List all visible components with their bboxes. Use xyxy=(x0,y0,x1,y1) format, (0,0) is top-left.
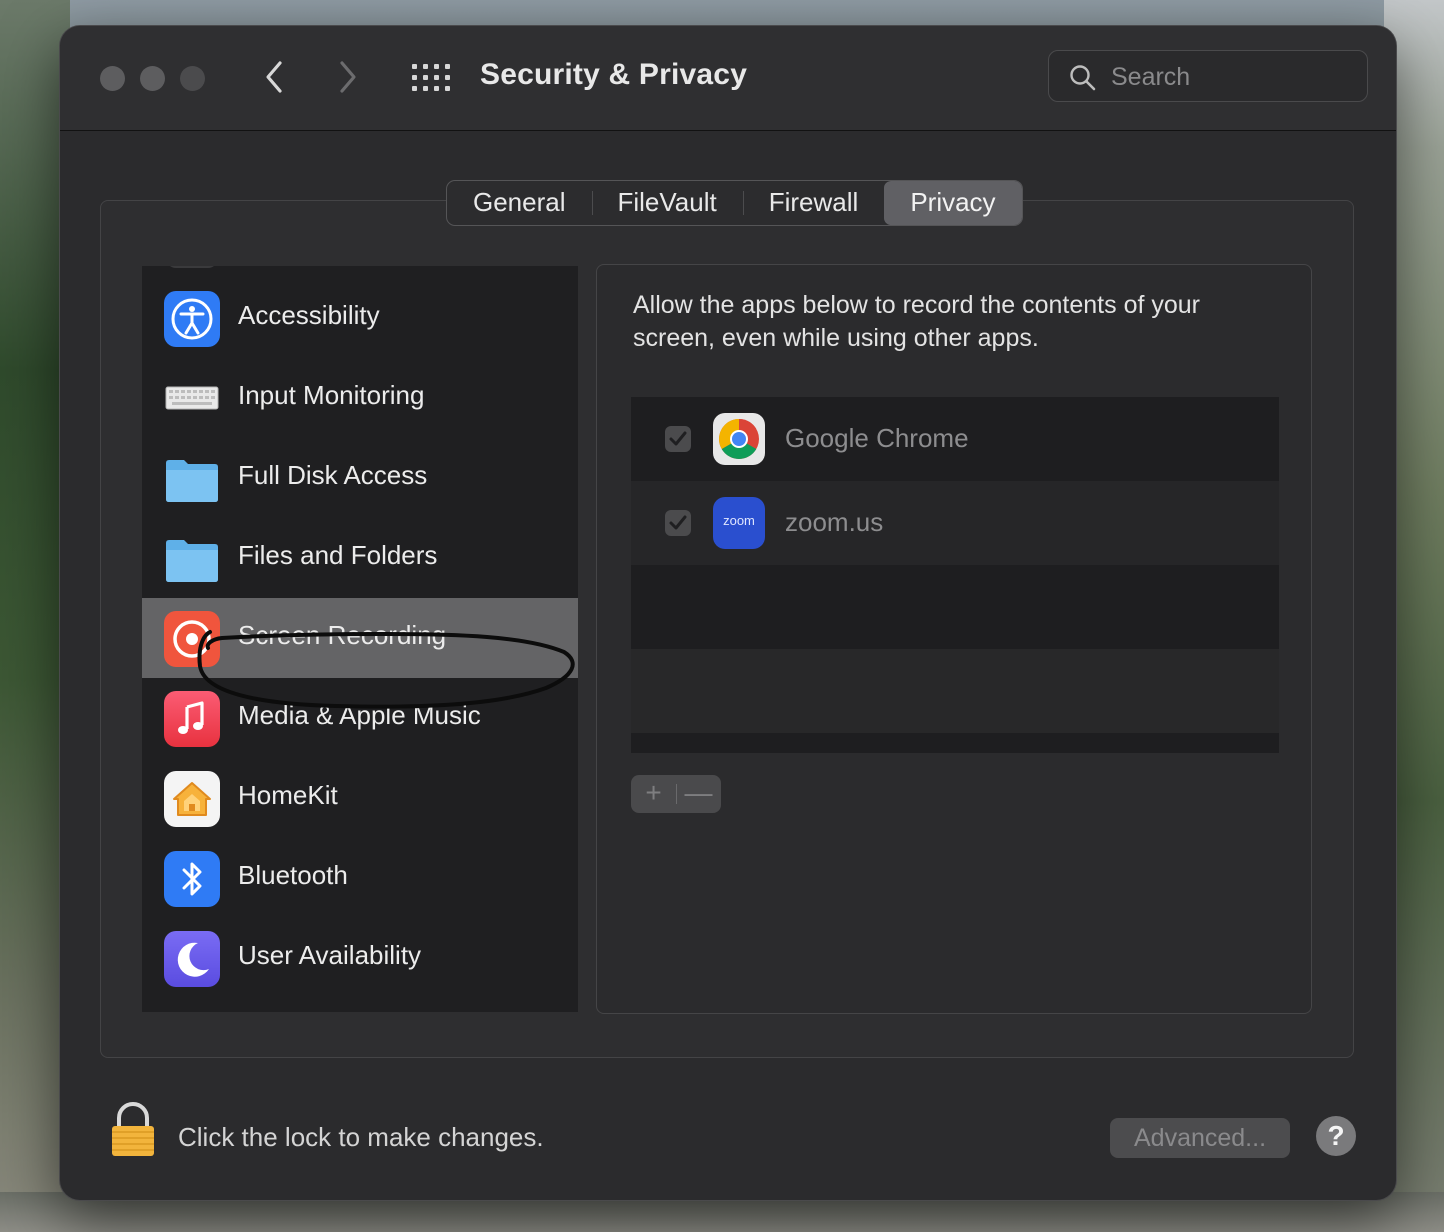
tab-filevault[interactable]: FileVault xyxy=(591,181,743,225)
chevron-left-icon xyxy=(266,61,282,93)
sidebar-item-input-monitoring[interactable]: Input Monitoring xyxy=(142,358,578,438)
screen-recording-detail-pane: Allow the apps below to record the conte… xyxy=(596,264,1312,1014)
sidebar-item-label: Screen Recording xyxy=(238,620,447,650)
sidebar-item-screen-recording[interactable]: Screen Recording xyxy=(142,598,578,678)
accessibility-icon xyxy=(164,291,220,347)
permission-description: Allow the apps below to record the conte… xyxy=(633,291,1200,352)
sidebar-item-label: HomeKit xyxy=(238,780,338,810)
search-field[interactable] xyxy=(1048,50,1368,103)
app-row-zoom[interactable]: zoom zoom.us xyxy=(631,481,1279,565)
chrome-icon xyxy=(713,413,765,465)
zoom-window-button[interactable] xyxy=(180,66,205,91)
advanced-button[interactable]: Advanced... xyxy=(1110,1118,1290,1158)
sidebar-item-user-availability[interactable]: User Availability xyxy=(142,918,578,998)
sidebar-item-label: Media & Apple Music xyxy=(238,700,481,730)
folder-icon xyxy=(164,451,220,507)
title-bar: Security & Privacy xyxy=(60,26,1396,131)
add-app-button[interactable]: + xyxy=(631,775,676,813)
empty-list-row xyxy=(631,649,1279,733)
tab-privacy[interactable]: Privacy xyxy=(884,181,1022,225)
sidebar-item-bluetooth[interactable]: Bluetooth xyxy=(142,838,578,918)
music-icon xyxy=(164,691,220,747)
zoom-icon-label: zoom xyxy=(723,513,755,528)
forward-button[interactable] xyxy=(330,57,366,97)
checkmark-icon xyxy=(669,431,687,446)
app-name: Google Chrome xyxy=(785,423,969,453)
moon-icon xyxy=(164,931,220,987)
sidebar-item-homekit[interactable]: HomeKit xyxy=(142,758,578,838)
screen-recording-icon xyxy=(164,611,220,667)
sidebar-item-label: User Availability xyxy=(238,940,422,970)
sidebar-item-label: Bluetooth xyxy=(238,860,348,890)
tab-general[interactable]: General xyxy=(447,181,592,225)
lock-icon[interactable] xyxy=(108,1102,158,1165)
app-row-google-chrome[interactable]: Google Chrome xyxy=(631,397,1279,481)
folder-icon xyxy=(164,531,220,587)
show-all-grid-icon[interactable] xyxy=(412,64,450,92)
checkmark-icon xyxy=(669,515,687,530)
chevron-right-icon xyxy=(340,61,356,93)
app-enabled-checkbox[interactable] xyxy=(665,426,691,452)
sidebar-item-files-and-folders[interactable]: Files and Folders xyxy=(142,518,578,598)
app-name: zoom.us xyxy=(785,507,884,537)
sidebar-item-label: Input Monitoring xyxy=(238,380,425,410)
sidebar-item-media-apple-music[interactable]: Media & Apple Music xyxy=(142,678,578,758)
sidebar-item-label: Accessibility xyxy=(238,300,380,330)
window-title: Security & Privacy xyxy=(480,58,748,91)
lock-instruction-text: Click the lock to make changes. xyxy=(178,1122,544,1152)
add-remove-control: + — xyxy=(631,775,721,813)
help-button[interactable]: ? xyxy=(1316,1116,1356,1156)
bluetooth-icon xyxy=(164,851,220,907)
scrolled-item-edge xyxy=(166,266,218,268)
sidebar-item-accessibility[interactable]: Accessibility xyxy=(142,278,578,358)
security-privacy-window: Security & Privacy General FileVault Fir… xyxy=(60,26,1396,1200)
tab-bar: General FileVault Firewall Privacy xyxy=(446,180,1023,226)
privacy-category-list[interactable]: Accessibility Input Monitoring Full Disk… xyxy=(142,266,578,1012)
app-enabled-checkbox[interactable] xyxy=(665,510,691,536)
zoom-icon: zoom xyxy=(713,497,765,549)
empty-list-row xyxy=(631,565,1279,649)
sidebar-item-label: Full Disk Access xyxy=(238,460,428,490)
sidebar-item-label: Files and Folders xyxy=(238,540,438,570)
home-icon xyxy=(164,771,220,827)
back-button[interactable] xyxy=(256,57,292,97)
remove-app-button[interactable]: — xyxy=(676,775,721,813)
tab-firewall[interactable]: Firewall xyxy=(742,181,885,225)
allowed-apps-list[interactable]: Google Chrome zoom zoom.us xyxy=(631,397,1279,753)
search-icon xyxy=(1070,65,1096,91)
search-input[interactable] xyxy=(1109,51,1363,103)
minimize-window-button[interactable] xyxy=(140,66,165,91)
sidebar-item-full-disk-access[interactable]: Full Disk Access xyxy=(142,438,578,518)
close-window-button[interactable] xyxy=(100,66,125,91)
keyboard-icon xyxy=(164,371,220,427)
